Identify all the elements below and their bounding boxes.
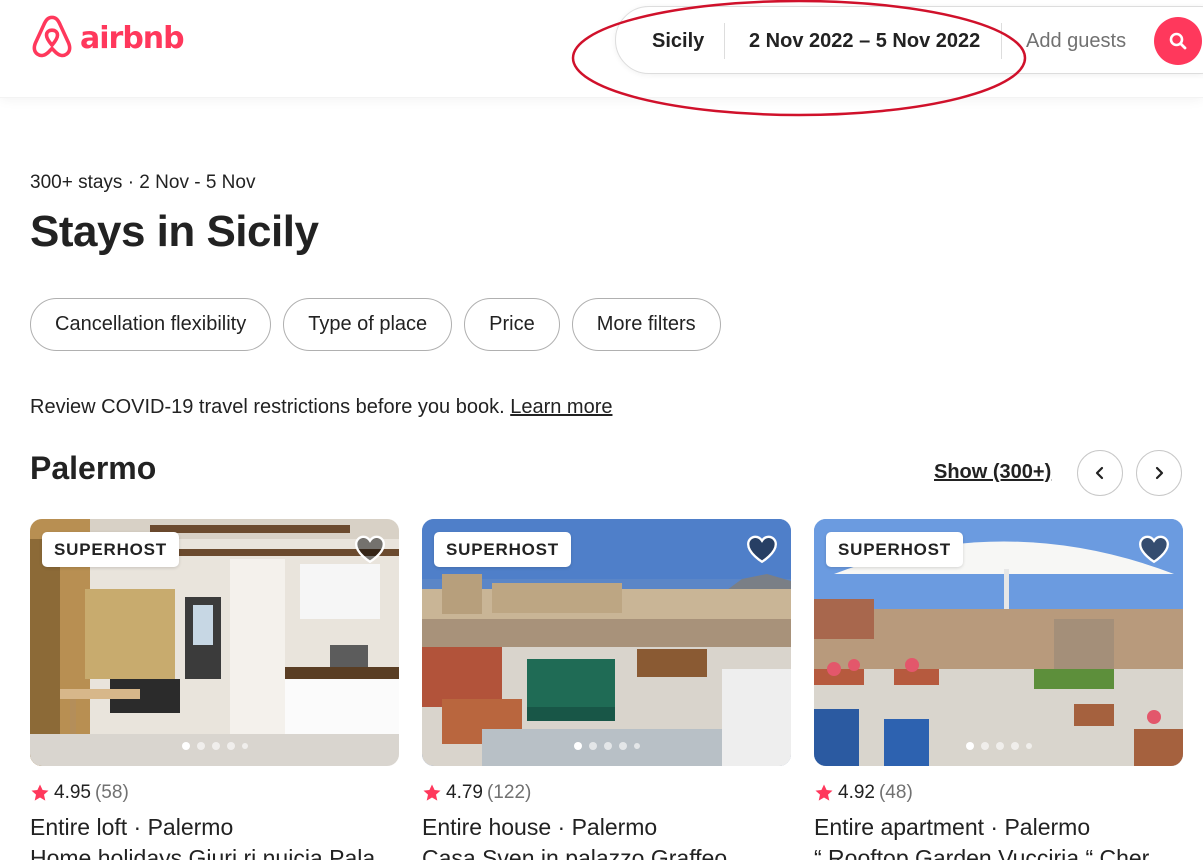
carousel-dot bbox=[1025, 743, 1032, 749]
photo-carousel-dots bbox=[965, 742, 1032, 750]
carousel-dot bbox=[226, 742, 235, 750]
page-title: Stays in Sicily bbox=[30, 207, 319, 256]
carousel-next-button[interactable] bbox=[1136, 450, 1182, 496]
search-dates[interactable]: 2 Nov 2022 – 5 Nov 2022 bbox=[749, 7, 980, 75]
carousel-dot bbox=[241, 743, 248, 749]
listing-name[interactable]: Home holidays Giuri ri nuicia Pala bbox=[30, 845, 399, 860]
review-count: (48) bbox=[878, 782, 913, 803]
superhost-badge: SUPERHOST bbox=[826, 532, 963, 567]
heart-icon[interactable] bbox=[1137, 532, 1171, 566]
carousel-dot bbox=[995, 742, 1004, 750]
carousel-dot bbox=[196, 742, 205, 750]
carousel-dot bbox=[181, 742, 190, 750]
star-icon bbox=[815, 784, 833, 801]
listing-photo[interactable]: SUPERHOST bbox=[814, 519, 1183, 766]
search-location[interactable]: Sicily bbox=[652, 7, 704, 75]
airbnb-logo[interactable]: airbnb bbox=[30, 14, 185, 62]
section-title: Palermo bbox=[30, 450, 157, 486]
filter-more-filters[interactable]: More filters bbox=[571, 298, 721, 351]
carousel-dot bbox=[573, 742, 582, 750]
search-divider bbox=[1001, 23, 1002, 59]
search-bar[interactable]: Sicily 2 Nov 2022 – 5 Nov 2022 Add guest… bbox=[615, 6, 1203, 74]
rating-row: 4.92 (48) bbox=[814, 782, 1183, 804]
superhost-badge: SUPERHOST bbox=[42, 532, 179, 567]
superhost-badge: SUPERHOST bbox=[434, 532, 571, 567]
filter-cancellation-flexibility[interactable]: Cancellation flexibility bbox=[30, 298, 272, 351]
show-all-link[interactable]: Show (300+) bbox=[934, 461, 1051, 484]
listing-card[interactable]: SUPERHOST 4.79 (122) Entire house · Pale… bbox=[422, 519, 791, 860]
search-button[interactable] bbox=[1154, 17, 1202, 65]
listing-name[interactable]: Casa Sven in palazzo Graffeo bbox=[422, 845, 791, 860]
carousel-dot bbox=[965, 742, 974, 750]
rating-value: 4.92 bbox=[838, 782, 875, 803]
listing-photo[interactable]: SUPERHOST bbox=[30, 519, 399, 766]
heart-icon[interactable] bbox=[353, 532, 387, 566]
filter-bar: Cancellation flexibility Type of place P… bbox=[30, 298, 721, 351]
chevron-left-icon bbox=[1095, 466, 1104, 480]
search-icon bbox=[1169, 32, 1187, 50]
listing-type: Entire house · Palermo bbox=[422, 814, 658, 840]
search-guests[interactable]: Add guests bbox=[1026, 7, 1126, 75]
filter-price[interactable]: Price bbox=[464, 298, 560, 351]
review-count: (58) bbox=[94, 782, 129, 803]
airbnb-logo-text: airbnb bbox=[80, 20, 185, 56]
heart-icon[interactable] bbox=[745, 532, 779, 566]
listing-name[interactable]: “ Rooftop Garden Vucciria “ Cher bbox=[814, 845, 1183, 860]
covid-notice: Review COVID-19 travel restrictions befo… bbox=[30, 396, 612, 419]
review-count: (122) bbox=[486, 782, 532, 803]
chevron-right-icon bbox=[1155, 466, 1164, 480]
listing-type: Entire loft · Palermo bbox=[30, 814, 234, 840]
rating-row: 4.95 (58) bbox=[30, 782, 399, 804]
carousel-dot bbox=[618, 742, 627, 750]
learn-more-link[interactable]: Learn more bbox=[510, 396, 612, 418]
carousel-dot bbox=[603, 742, 612, 750]
covid-notice-text: Review COVID-19 travel restrictions befo… bbox=[30, 396, 505, 418]
top-header: airbnb Sicily 2 Nov 2022 – 5 Nov 2022 Ad… bbox=[0, 0, 1203, 98]
carousel-dot bbox=[633, 743, 640, 749]
carousel-prev-button[interactable] bbox=[1077, 450, 1123, 496]
rating-value: 4.79 bbox=[446, 782, 483, 803]
photo-carousel-dots bbox=[573, 742, 640, 750]
search-divider bbox=[724, 23, 725, 59]
rating-row: 4.79 (122) bbox=[422, 782, 791, 804]
carousel-dot bbox=[980, 742, 989, 750]
airbnb-logo-icon bbox=[32, 15, 72, 58]
star-icon bbox=[31, 784, 49, 801]
carousel-dot bbox=[588, 742, 597, 750]
photo-carousel-dots bbox=[181, 742, 248, 750]
rating-value: 4.95 bbox=[54, 782, 91, 803]
carousel-dot bbox=[211, 742, 220, 750]
listing-photo[interactable]: SUPERHOST bbox=[422, 519, 791, 766]
listing-type: Entire apartment · Palermo bbox=[814, 814, 1091, 840]
listing-card[interactable]: SUPERHOST 4.92 (48) Entire apartment · P… bbox=[814, 519, 1183, 860]
listing-card[interactable]: SUPERHOST 4.95 (58) Entire loft · Palerm… bbox=[30, 519, 399, 860]
carousel-dot bbox=[1010, 742, 1019, 750]
results-subtitle: 300+ stays · 2 Nov - 5 Nov bbox=[30, 172, 256, 193]
filter-type-of-place[interactable]: Type of place bbox=[283, 298, 453, 351]
star-icon bbox=[423, 784, 441, 801]
